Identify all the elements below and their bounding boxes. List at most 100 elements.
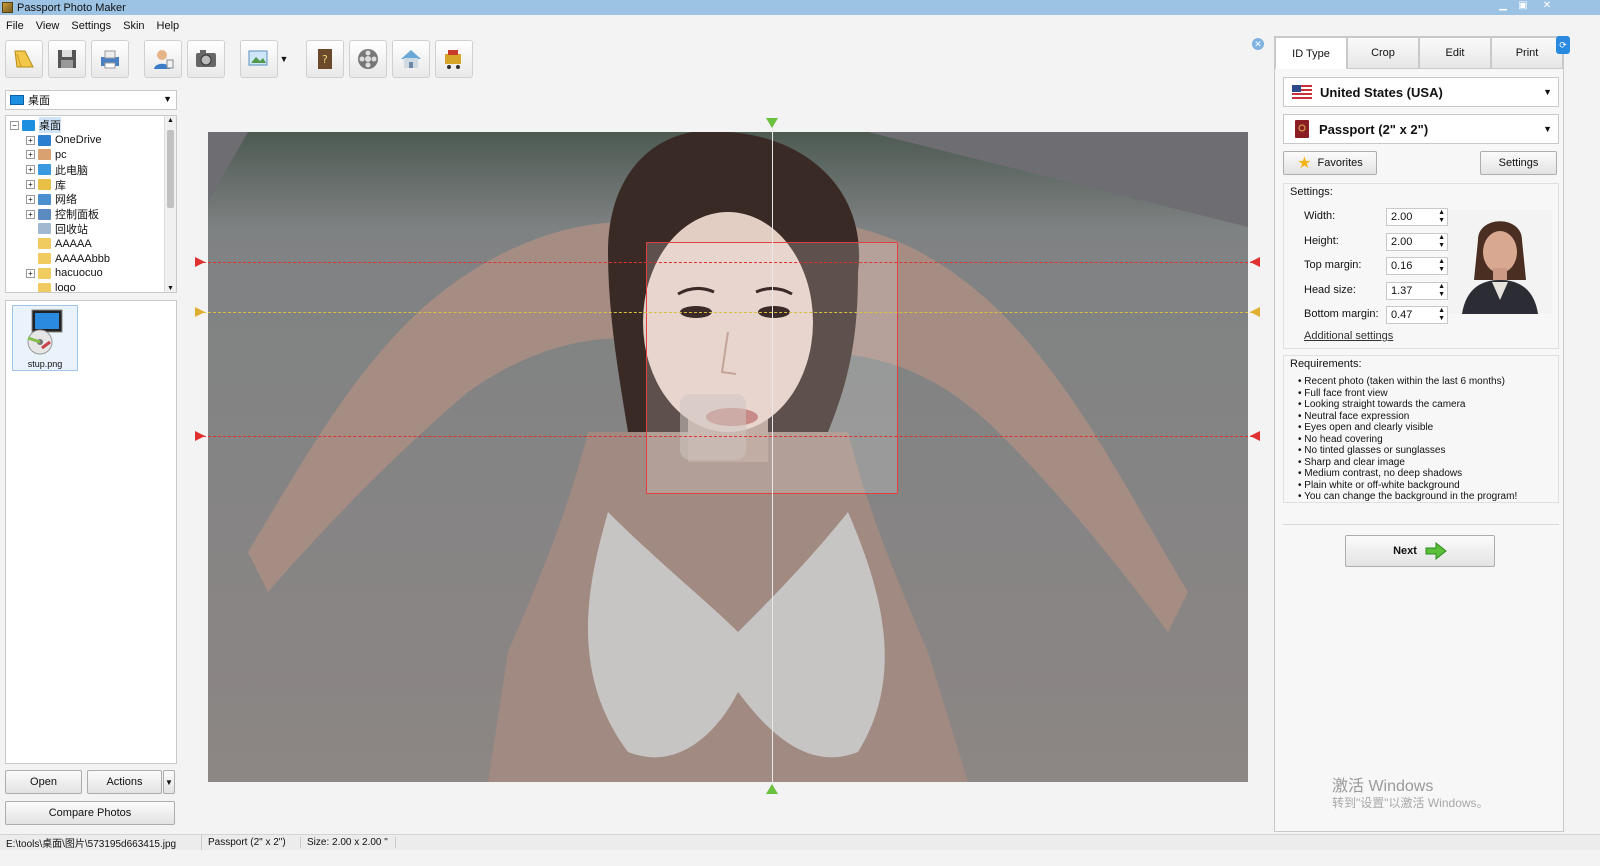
home-button[interactable] [392,40,430,78]
bottom-center-marker-icon[interactable] [766,784,778,794]
spin-arrows-icon[interactable]: ▲ ▼ [1438,307,1445,323]
scroll-thumb[interactable] [167,130,174,208]
close-panel-icon[interactable]: ✕ [1252,38,1264,50]
eye-guide-line[interactable] [198,312,1258,313]
requirement-item: Full face front view [1298,388,1517,400]
folder-tree: ▲ ▼ − 桌面 + OneDrive + pc + 此电脑 + 库 + 网络 + 控制面板 回收站 AAAA… [5,115,177,293]
setting-spinbox[interactable]: 0.16 ▲ ▼ [1386,257,1448,275]
requirement-item: Sharp and clear image [1298,457,1517,469]
top-guide-line[interactable] [198,262,1258,263]
vertical-center-guide[interactable] [772,124,773,792]
tree-item[interactable]: + 库 [6,177,176,192]
setting-label: Top margin: [1304,259,1362,271]
chin-right-marker-icon[interactable] [1250,431,1260,441]
favorites-label: Favorites [1317,157,1363,169]
minimize-button[interactable]: ▁ [1496,0,1510,14]
spin-arrows-icon[interactable]: ▲ ▼ [1438,234,1445,250]
tree-expand-icon[interactable]: + [26,150,35,160]
tab-id-type[interactable]: ID Type [1275,37,1347,69]
maximize-button[interactable]: ▣ [1516,0,1530,14]
tree-item[interactable]: AAAAAbbb [6,251,176,266]
document-type-select[interactable]: Passport (2" x 2") ▼ [1283,114,1559,144]
additional-settings-link[interactable]: Additional settings [1304,330,1393,342]
folder-icon [38,149,51,161]
tree-expand-icon[interactable]: + [26,194,35,204]
country-select[interactable]: United States (USA) ▼ [1283,77,1559,107]
setting-spinbox[interactable]: 2.00 ▲ ▼ [1386,232,1448,251]
compare-photos-button[interactable]: Compare Photos [5,801,175,825]
folder-icon [38,164,51,176]
tree-item[interactable]: 回收站 [6,222,176,237]
side-tool-icon[interactable]: ⟳ [1556,36,1570,54]
tab-edit[interactable]: Edit [1419,37,1491,69]
setting-label: Width: [1304,210,1336,222]
actions-button[interactable]: Actions [87,770,162,794]
tree-item[interactable]: + pc [6,148,176,163]
setting-value: 0.16 [1391,260,1413,272]
tree-expand-icon[interactable]: + [26,135,35,145]
folder-icon [38,223,51,235]
spin-arrows-icon[interactable]: ▲ ▼ [1438,258,1445,274]
spin-arrows-icon[interactable]: ▲ ▼ [1438,209,1445,225]
spin-arrows-icon[interactable]: ▲ ▼ [1438,283,1445,299]
save-button[interactable] [48,40,86,78]
menu-skin[interactable]: Skin [117,20,150,32]
setting-spinbox[interactable]: 2.00 ▲ ▼ [1386,208,1448,226]
chin-left-marker-icon[interactable] [195,431,205,441]
tree-expand-icon[interactable]: + [26,209,35,219]
next-button[interactable]: Next [1345,535,1495,567]
print-button[interactable] [91,40,129,78]
favorites-button[interactable]: ★ Favorites [1283,151,1377,175]
tree-item-label: AAAAA [55,237,92,250]
tree-expand-icon[interactable]: + [26,165,35,175]
open-folder-button[interactable] [5,40,43,78]
tab-print[interactable]: Print [1491,37,1563,69]
scroll-up-icon[interactable]: ▲ [165,116,176,126]
tree-item[interactable]: AAAAA [6,236,176,251]
folder-dropdown[interactable]: 桌面 ▼ [5,90,177,110]
thumbnail-item[interactable]: stup.png [12,305,78,371]
tree-expand-icon[interactable]: − [10,120,19,130]
menu-view[interactable]: View [30,20,66,32]
requirement-item: Recent photo (taken within the last 6 mo… [1298,376,1517,388]
tree-item[interactable]: + OneDrive [6,133,176,148]
image-adjust-button[interactable] [240,40,278,78]
settings-button[interactable]: Settings [1480,151,1557,175]
help-button[interactable]: ? [306,40,344,78]
open-folder-icon [14,50,34,68]
top-left-marker-icon[interactable] [195,257,205,267]
tree-item[interactable]: + hacuocuo [6,266,176,281]
setting-spinbox[interactable]: 0.47 ▲ ▼ [1386,306,1448,324]
setting-spinbox[interactable]: 1.37 ▲ ▼ [1386,281,1448,300]
photo-canvas[interactable] [190,86,1270,806]
video-button[interactable] [349,40,387,78]
tree-item-label: 控制面板 [55,209,99,222]
tree-item[interactable]: + 网络 [6,192,176,207]
cart-button[interactable] [435,40,473,78]
eye-left-marker-icon[interactable] [195,307,205,317]
tree-item-label: 库 [55,179,66,192]
open-button[interactable]: Open [5,770,82,794]
tree-item[interactable]: + 此电脑 [6,162,176,177]
tree-expand-icon[interactable]: + [26,180,35,190]
user-button[interactable] [144,40,182,78]
tree-item[interactable]: − 桌面 [6,117,176,134]
menu-file[interactable]: File [0,20,30,32]
tab-crop[interactable]: Crop [1347,37,1419,69]
chin-guide-line[interactable] [198,436,1258,437]
close-window-button[interactable]: ✕ [1540,0,1554,14]
tree-item[interactable]: + 控制面板 [6,207,176,222]
menu-settings[interactable]: Settings [65,20,117,32]
tree-expand-icon[interactable]: + [26,268,35,278]
tree-item[interactable]: logo [6,281,176,292]
menu-help[interactable]: Help [151,20,186,32]
camera-button[interactable] [187,40,225,78]
eye-right-marker-icon[interactable] [1250,307,1260,317]
top-center-marker-icon[interactable] [766,118,778,128]
image-adjust-dropdown[interactable]: ▼ [278,40,290,78]
scroll-down-icon[interactable]: ▼ [165,285,176,292]
tree-scrollbar[interactable]: ▲ ▼ [164,116,176,292]
top-right-marker-icon[interactable] [1250,257,1260,267]
actions-dropdown[interactable]: ▼ [163,770,175,794]
save-icon [58,50,76,68]
